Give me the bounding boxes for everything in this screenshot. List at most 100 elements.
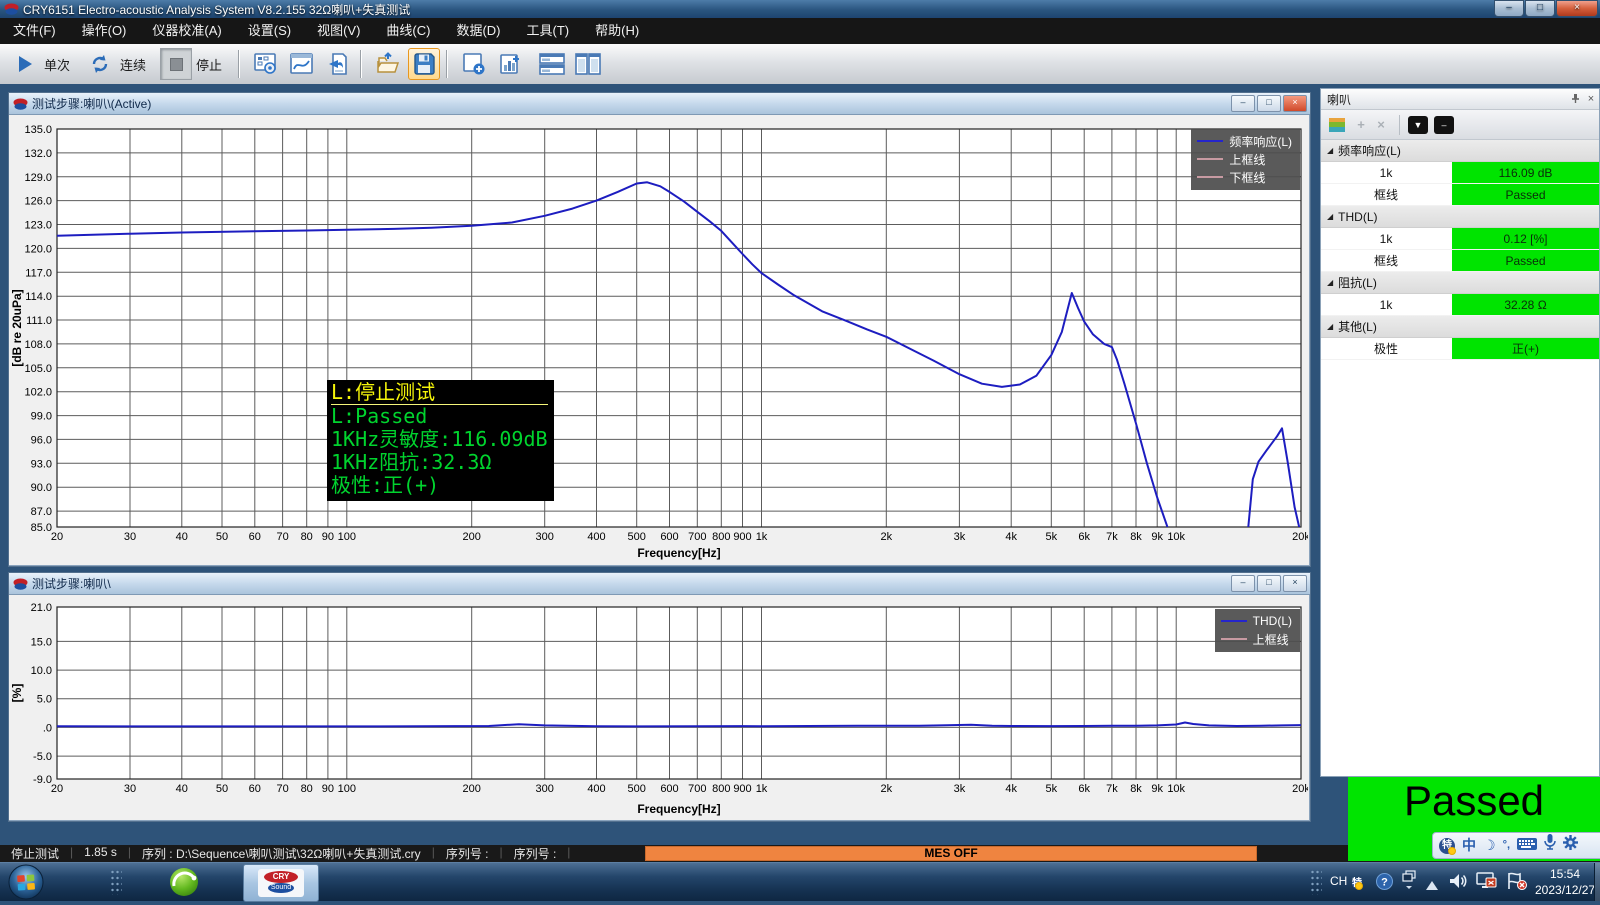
menu-file[interactable]: 文件(F)	[0, 18, 69, 44]
add-result-icon[interactable]: +	[1351, 115, 1371, 135]
microphone-icon[interactable]	[1544, 834, 1556, 857]
svg-text:60: 60	[249, 783, 261, 795]
expanded-icon: ◢	[1327, 322, 1333, 331]
result-group-label: THD(L)	[1338, 210, 1377, 224]
hidden-icons-button[interactable]	[1426, 877, 1438, 895]
open-file-icon	[375, 52, 401, 76]
svg-text:50: 50	[216, 531, 228, 543]
punctuation-icon[interactable]: °,	[1503, 834, 1510, 857]
menu-tools[interactable]: 工具(T)	[514, 18, 583, 44]
taskbar-clock[interactable]: 15:54 2023/12/27	[1535, 866, 1595, 898]
menu-calibration[interactable]: 仪器校准(A)	[139, 18, 234, 44]
result-row: 1k0.12 [%]	[1321, 228, 1599, 250]
chart2-title: 测试步骤:喇叭\	[32, 575, 111, 592]
chart1-minimize-button[interactable]: –	[1231, 95, 1255, 112]
svg-text:132.0: 132.0	[24, 148, 52, 160]
expanded-icon: ◢	[1327, 146, 1333, 155]
chart1-restore-button[interactable]: □	[1257, 95, 1281, 112]
chart2-restore-button[interactable]: □	[1257, 575, 1281, 592]
menu-curve[interactable]: 曲线(C)	[373, 18, 443, 44]
menu-help[interactable]: 帮助(H)	[582, 18, 652, 44]
help-tray-icon[interactable]: ?	[1376, 873, 1393, 895]
show-desktop-button[interactable]	[1594, 863, 1600, 901]
legend-line-icon	[1197, 158, 1223, 160]
legend-entry: 上框线	[1221, 630, 1292, 648]
svg-text:10k: 10k	[1167, 531, 1185, 543]
taskbar-cry-app-button[interactable]: CRY Sound	[243, 864, 319, 902]
color-list-icon[interactable]	[1329, 118, 1345, 132]
cry-app-icon: CRY Sound	[258, 869, 304, 897]
svg-text:93.0: 93.0	[31, 458, 52, 470]
expanded-icon: ◢	[1327, 278, 1333, 287]
svg-text:900: 900	[733, 783, 751, 795]
result-group-header[interactable]: ◢阻抗(L)	[1321, 272, 1599, 294]
results-panel-title: 喇叭	[1327, 91, 1567, 108]
action-center-flag-icon[interactable]	[1506, 872, 1528, 895]
taskbar-grip[interactable]	[110, 869, 122, 895]
save-button[interactable]	[408, 48, 440, 80]
expand-all-button[interactable]: ▼	[1408, 116, 1428, 134]
menu-settings[interactable]: 设置(S)	[235, 18, 304, 44]
gear-icon[interactable]	[1563, 834, 1578, 857]
svg-text:[dB re 20uPa]: [dB re 20uPa]	[10, 289, 24, 366]
collapse-all-button[interactable]: –	[1434, 116, 1454, 134]
result-group-header[interactable]: ◢THD(L)	[1321, 206, 1599, 228]
language-indicator[interactable]: CH	[1330, 874, 1347, 888]
mes-toggle[interactable]: MES OFF	[645, 846, 1257, 861]
tray-grip[interactable]	[1310, 869, 1322, 895]
svg-text:102.0: 102.0	[24, 387, 52, 399]
moon-fullhalf-icon[interactable]: ☽	[1483, 834, 1496, 857]
speaker-tray-icon[interactable]	[1448, 872, 1468, 895]
browser-icon[interactable]	[168, 866, 200, 898]
svg-text:8k: 8k	[1130, 783, 1142, 795]
start-button[interactable]	[8, 864, 44, 900]
chart1-legend: 频率响应(L)上框线下框线	[1191, 129, 1300, 190]
chart2-titlebar[interactable]: 测试步骤:喇叭\ – □ ×	[9, 573, 1310, 595]
restore-windows-tray-icon[interactable]	[1402, 870, 1416, 895]
tile-vertical-button[interactable]	[572, 48, 604, 80]
svg-text:85.0: 85.0	[31, 522, 52, 534]
export-report-button[interactable]	[322, 48, 354, 80]
chart2-minimize-button[interactable]: –	[1231, 575, 1255, 592]
chart2-legend: THD(L) 上框线	[1215, 609, 1300, 652]
maximize-button[interactable]: □	[1525, 0, 1555, 17]
minimize-button[interactable]: –	[1494, 0, 1524, 17]
legend-label: THD(L)	[1253, 614, 1292, 628]
result-group-header[interactable]: ◢其他(L)	[1321, 316, 1599, 338]
run-continuous-button[interactable]	[84, 48, 116, 80]
legend-entry: 频率响应(L)	[1197, 132, 1292, 150]
result-group-header[interactable]: ◢频率响应(L)	[1321, 140, 1599, 162]
result-item-value: Passed	[1452, 250, 1599, 271]
curve-settings-button[interactable]	[286, 48, 318, 80]
svg-text:4k: 4k	[1005, 531, 1017, 543]
cry-window-icon	[13, 578, 28, 590]
svg-text:135.0: 135.0	[24, 124, 52, 136]
svg-text:600: 600	[660, 531, 678, 543]
menu-data[interactable]: 数据(D)	[443, 18, 513, 44]
results-panel-toolbar: + × ▼ –	[1321, 110, 1599, 140]
tile-horizontal-button[interactable]	[536, 48, 568, 80]
chart1-titlebar[interactable]: 测试步骤:喇叭\(Active) – □ ×	[9, 93, 1310, 115]
keyboard-icon[interactable]	[1517, 834, 1537, 857]
svg-text:.0: .0	[43, 722, 52, 734]
new-window-button[interactable]	[458, 48, 490, 80]
open-file-button[interactable]	[372, 48, 404, 80]
panel-close-icon[interactable]: ×	[1583, 93, 1599, 105]
add-chart-button[interactable]	[494, 48, 526, 80]
remove-result-icon[interactable]: ×	[1371, 115, 1391, 135]
chart2-close-button[interactable]: ×	[1283, 575, 1307, 592]
run-single-button[interactable]	[8, 48, 40, 80]
stop-button[interactable]	[160, 48, 192, 80]
pin-icon[interactable]	[1567, 93, 1583, 106]
result-item-value: 32.28 Ω	[1452, 294, 1599, 315]
menu-operate[interactable]: 操作(O)	[69, 18, 140, 44]
test-settings-button[interactable]	[250, 48, 282, 80]
ime-mode-chinese[interactable]: 中	[1462, 834, 1476, 857]
display-tray-icon[interactable]	[1476, 872, 1498, 895]
thd-chart: 2030405060708090100200300400500600700800…	[9, 595, 1308, 819]
menu-view[interactable]: 视图(V)	[304, 18, 373, 44]
chart1-close-button[interactable]: ×	[1283, 95, 1307, 112]
close-button[interactable]: ×	[1556, 0, 1598, 17]
ime-tray-icon[interactable]: 特	[1352, 873, 1362, 892]
ime-logo-icon[interactable]: 特	[1439, 838, 1455, 854]
